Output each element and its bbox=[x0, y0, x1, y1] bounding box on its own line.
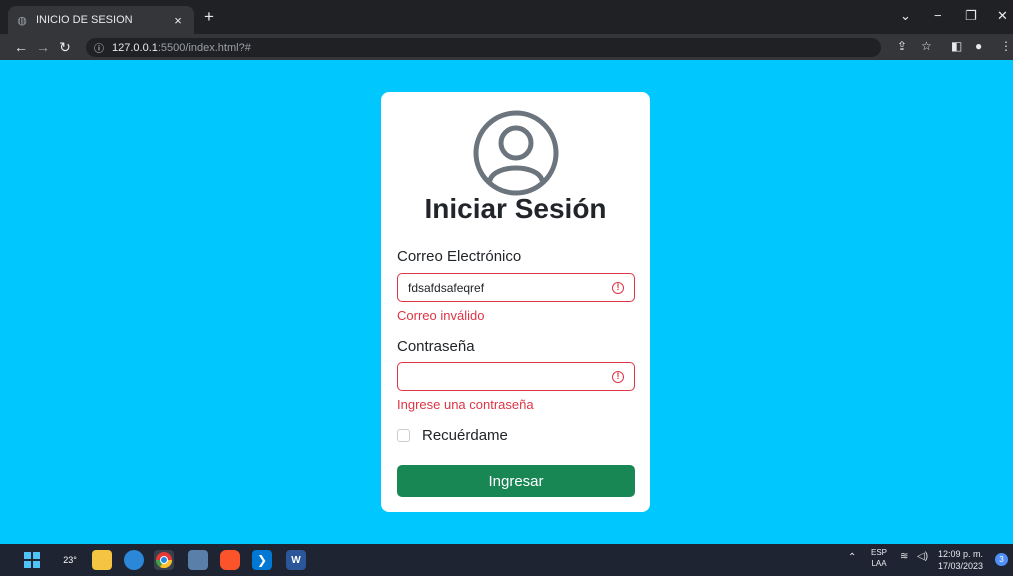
photos-app-icon[interactable] bbox=[188, 550, 208, 570]
start-windows-icon[interactable] bbox=[22, 550, 42, 570]
site-info-icon[interactable]: ⓘ bbox=[94, 40, 104, 55]
tab-search-icon[interactable]: ⌄ bbox=[900, 8, 911, 24]
password-error: Ingrese una contraseña bbox=[397, 397, 534, 412]
lang-code: ESP bbox=[871, 548, 888, 557]
login-submit-button[interactable]: Ingresar bbox=[397, 465, 635, 497]
edge-browser-icon[interactable] bbox=[124, 550, 144, 570]
volume-icon[interactable]: ◁) bbox=[917, 551, 928, 562]
clock-date: 17/03/2023 bbox=[938, 561, 984, 571]
lang-layout: LAA bbox=[871, 559, 887, 568]
brave-browser-icon[interactable] bbox=[220, 550, 240, 570]
tab-title: INICIO DE SESION bbox=[36, 14, 133, 26]
email-field[interactable]: fdsafdsafeqref ! bbox=[397, 273, 635, 302]
page-title: Iniciar Sesión bbox=[424, 193, 607, 224]
user-avatar-icon bbox=[473, 110, 559, 196]
close-window-button[interactable]: ✕ bbox=[997, 8, 1008, 24]
menu-kebab-icon[interactable]: ⋮ bbox=[1000, 39, 1012, 53]
word-app-icon[interactable]: W bbox=[286, 550, 306, 570]
login-card: Iniciar Sesión Correo Electrónico fdsafd… bbox=[381, 92, 650, 512]
back-arrow-icon[interactable]: ← bbox=[10, 39, 32, 55]
error-icon: ! bbox=[612, 371, 624, 383]
remember-me-checkbox[interactable]: Recuérdame bbox=[397, 427, 508, 444]
restore-button[interactable]: ❐ bbox=[965, 8, 977, 24]
address-bar[interactable]: ⓘ 127.0.0.1:5500/index.html?# bbox=[86, 38, 881, 57]
error-icon: ! bbox=[612, 282, 624, 294]
globe-icon: ◍ bbox=[17, 14, 27, 27]
notification-badge[interactable]: 3 bbox=[995, 553, 1008, 566]
chrome-browser-icon[interactable] bbox=[154, 550, 174, 570]
password-label: Contraseña bbox=[397, 338, 475, 355]
new-tab-button[interactable]: + bbox=[204, 8, 214, 25]
profile-icon[interactable]: ● bbox=[975, 39, 982, 53]
tab-close-button[interactable]: × bbox=[170, 13, 186, 28]
tray-chevron-icon[interactable]: ⌃ bbox=[848, 552, 856, 563]
bookmark-star-icon[interactable]: ☆ bbox=[921, 39, 932, 53]
os-taskbar: 23° ❯ W ⌃ ESP LAA ≋ ◁) 12:09 p. m. 17/03… bbox=[0, 544, 1013, 576]
vscode-icon[interactable]: ❯ bbox=[252, 550, 272, 570]
email-label: Correo Electrónico bbox=[397, 248, 522, 265]
browser-tab[interactable]: ◍ INICIO DE SESION × bbox=[8, 6, 194, 34]
side-panel-icon[interactable]: ◧ bbox=[951, 39, 962, 53]
share-icon[interactable]: ⇪ bbox=[897, 39, 907, 53]
reload-icon[interactable]: ↻ bbox=[54, 39, 76, 56]
weather-widget-icon[interactable]: 23° bbox=[56, 550, 84, 570]
forward-arrow-icon[interactable]: → bbox=[32, 39, 54, 55]
email-value: fdsafdsafeqref bbox=[408, 280, 485, 295]
browser-tab-bar: ◍ INICIO DE SESION × + ⌄ − ❐ ✕ bbox=[0, 0, 1013, 34]
file-explorer-icon[interactable] bbox=[92, 550, 112, 570]
remember-label: Recuérdame bbox=[422, 427, 508, 444]
url-path: :5500/index.html?# bbox=[157, 41, 251, 54]
password-field[interactable]: ! bbox=[397, 362, 635, 391]
email-error: Correo inválido bbox=[397, 308, 485, 323]
clock-time: 12:09 p. m. bbox=[938, 549, 984, 559]
minimize-button[interactable]: − bbox=[934, 8, 942, 23]
wifi-icon[interactable]: ≋ bbox=[900, 551, 908, 562]
language-indicator[interactable]: ESP LAA bbox=[871, 547, 887, 569]
url-host: 127.0.0.1 bbox=[112, 41, 158, 54]
system-clock[interactable]: 12:09 p. m. 17/03/2023 bbox=[938, 548, 983, 572]
weather-temp: 23° bbox=[63, 555, 77, 565]
checkbox-box[interactable] bbox=[397, 429, 410, 442]
